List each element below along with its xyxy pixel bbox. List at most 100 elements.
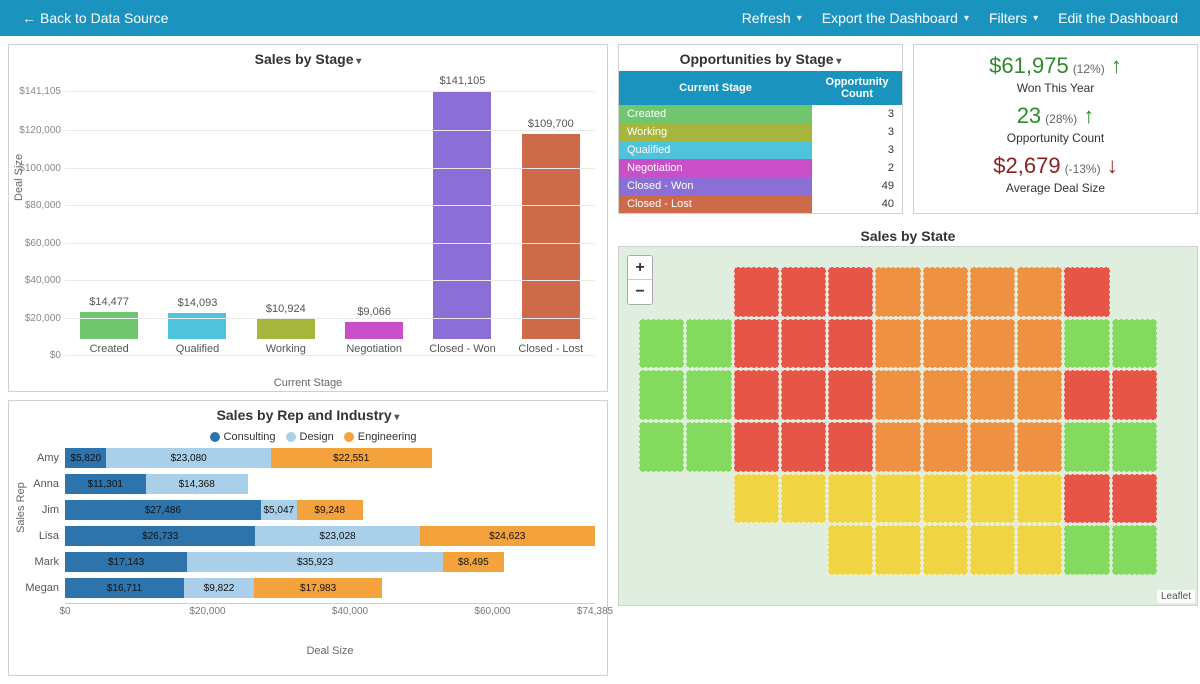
state-region[interactable]	[970, 267, 1015, 317]
zoom-in-button[interactable]: +	[628, 256, 652, 280]
kpi-label: Average Deal Size	[920, 181, 1191, 195]
state-region[interactable]	[1064, 422, 1109, 472]
table-row[interactable]: Qualified3	[619, 141, 902, 159]
state-region[interactable]	[686, 319, 731, 369]
state-region[interactable]	[639, 319, 684, 369]
chart-title[interactable]: Sales by State	[618, 222, 1198, 246]
bar-segment[interactable]: $8,495	[443, 552, 504, 572]
state-region[interactable]	[923, 525, 968, 575]
state-region[interactable]	[1017, 319, 1062, 369]
state-region[interactable]	[781, 422, 826, 472]
bar[interactable]: $14,477	[80, 312, 138, 339]
table-row[interactable]: Working3	[619, 123, 902, 141]
state-region[interactable]	[1064, 319, 1109, 369]
bar[interactable]: $10,924	[257, 319, 315, 339]
bar-segment[interactable]: $22,551	[271, 448, 432, 468]
export-menu[interactable]: Export the Dashboard	[812, 10, 979, 26]
state-region[interactable]	[639, 422, 684, 472]
bar-segment[interactable]: $5,820	[65, 448, 106, 468]
state-region[interactable]	[970, 370, 1015, 420]
state-region[interactable]	[828, 474, 873, 524]
state-region[interactable]	[1112, 474, 1157, 524]
state-region[interactable]	[875, 474, 920, 524]
state-region[interactable]	[686, 370, 731, 420]
state-region[interactable]	[923, 267, 968, 317]
bar-segment[interactable]: $23,080	[106, 448, 270, 468]
table-row[interactable]: Negotiation2	[619, 159, 902, 177]
state-region[interactable]	[1017, 267, 1062, 317]
bar-segment[interactable]: $26,733	[65, 526, 255, 546]
state-region[interactable]	[781, 319, 826, 369]
state-region[interactable]	[781, 267, 826, 317]
bar[interactable]: $109,700	[522, 134, 580, 339]
state-region[interactable]	[923, 319, 968, 369]
bar-segment[interactable]: $24,623	[420, 526, 595, 546]
state-region[interactable]	[734, 474, 779, 524]
state-region[interactable]	[970, 525, 1015, 575]
state-region[interactable]	[875, 319, 920, 369]
bar-segment[interactable]: $27,486	[65, 500, 261, 520]
state-region[interactable]	[875, 370, 920, 420]
state-region[interactable]	[734, 422, 779, 472]
edit-dashboard-link[interactable]: Edit the Dashboard	[1048, 10, 1188, 26]
state-region[interactable]	[1112, 422, 1157, 472]
chart-title[interactable]: Sales by Rep and Industry	[9, 401, 607, 427]
bar[interactable]: $9,066	[345, 322, 403, 339]
state-region[interactable]	[923, 422, 968, 472]
state-region[interactable]	[1112, 319, 1157, 369]
bar-segment[interactable]: $9,822	[184, 578, 254, 598]
bar-segment[interactable]: $9,248	[297, 500, 363, 520]
refresh-menu[interactable]: Refresh	[732, 10, 812, 26]
bar-segment[interactable]: $17,143	[65, 552, 187, 572]
state-region[interactable]	[828, 422, 873, 472]
chart-title[interactable]: Opportunities by Stage	[619, 45, 902, 71]
bar-segment[interactable]: $16,711	[65, 578, 184, 598]
state-region[interactable]	[970, 319, 1015, 369]
state-region[interactable]	[1064, 525, 1109, 575]
chart-title[interactable]: Sales by Stage	[9, 45, 607, 71]
back-link[interactable]: Back to Data Source	[12, 10, 178, 26]
table-row[interactable]: Created3	[619, 105, 902, 123]
state-region[interactable]	[1064, 267, 1109, 317]
state-region[interactable]	[1064, 370, 1109, 420]
state-region[interactable]	[639, 370, 684, 420]
state-region[interactable]	[828, 267, 873, 317]
state-region[interactable]	[1017, 422, 1062, 472]
table-row[interactable]: Closed - Won49	[619, 177, 902, 195]
bar-segment[interactable]: $23,028	[255, 526, 419, 546]
bar-segment[interactable]: $5,047	[261, 500, 297, 520]
state-region[interactable]	[686, 422, 731, 472]
table-row[interactable]: Closed - Lost40	[619, 195, 902, 213]
state-region[interactable]	[734, 319, 779, 369]
state-region[interactable]	[1017, 474, 1062, 524]
bar[interactable]: $141,105	[433, 91, 491, 339]
bar-segment[interactable]: $14,368	[146, 474, 248, 494]
state-region[interactable]	[734, 370, 779, 420]
state-region[interactable]	[1064, 474, 1109, 524]
bar-segment[interactable]: $35,923	[187, 552, 443, 572]
state-region[interactable]	[734, 267, 779, 317]
filters-menu[interactable]: Filters	[979, 10, 1048, 26]
state-region[interactable]	[828, 370, 873, 420]
state-region[interactable]	[970, 474, 1015, 524]
state-region[interactable]	[1112, 370, 1157, 420]
state-region[interactable]	[828, 319, 873, 369]
zoom-out-button[interactable]: −	[628, 280, 652, 304]
state-region[interactable]	[875, 525, 920, 575]
state-region[interactable]	[970, 422, 1015, 472]
state-region[interactable]	[1017, 525, 1062, 575]
state-region[interactable]	[923, 474, 968, 524]
state-region[interactable]	[875, 267, 920, 317]
state-region[interactable]	[781, 370, 826, 420]
state-region[interactable]	[1017, 370, 1062, 420]
state-region[interactable]	[781, 474, 826, 524]
state-region[interactable]	[1112, 525, 1157, 575]
bar-segment[interactable]: $17,983	[254, 578, 382, 598]
state-region[interactable]	[875, 422, 920, 472]
zoom-control: + −	[627, 255, 653, 305]
state-region[interactable]	[828, 525, 873, 575]
bar-segment[interactable]: $11,301	[65, 474, 146, 494]
state-region[interactable]	[923, 370, 968, 420]
map-container[interactable]: + − Leaflet	[618, 246, 1198, 606]
map-view[interactable]: + − Leaflet	[619, 247, 1197, 605]
